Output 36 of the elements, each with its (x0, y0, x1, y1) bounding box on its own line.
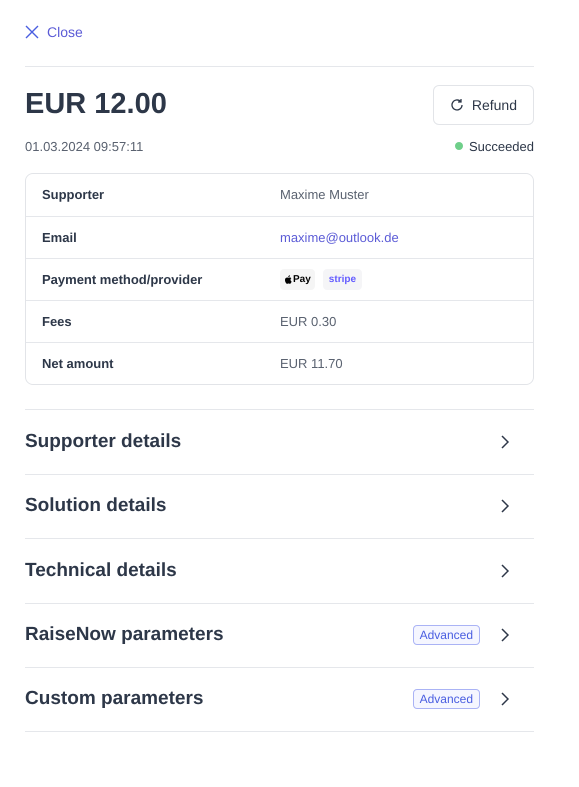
chevron-right-icon (500, 564, 510, 578)
close-button[interactable]: Close (25, 22, 83, 42)
advanced-tag: Advanced (412, 625, 480, 646)
advanced-tag: Advanced (412, 689, 480, 710)
section-title: Supporter details (25, 430, 182, 454)
section-row[interactable]: Solution details (25, 474, 534, 538)
refund-button[interactable]: Refund (432, 84, 534, 125)
section-title: Solution details (25, 494, 168, 518)
detail-value: Maxime Muster (280, 186, 369, 204)
close-icon (25, 25, 39, 39)
section-row[interactable]: RaiseNow parameters Advanced (25, 602, 534, 667)
stripe-logo: stripe (322, 269, 362, 290)
amount-title: EUR 12.00 (25, 87, 167, 122)
apple-pay-logo: Pay (280, 269, 315, 290)
detail-label: Payment method/provider (42, 270, 204, 289)
section-row[interactable]: Technical details (25, 538, 534, 602)
chevron-right-icon (500, 628, 510, 642)
chevron-right-icon (500, 434, 510, 449)
section-row[interactable]: Supporter details (25, 409, 534, 474)
email-link[interactable]: maxime@outlook.de (280, 228, 399, 248)
section-title: Custom parameters (25, 687, 204, 711)
section-row[interactable]: Custom parameters Advanced (25, 667, 534, 732)
detail-value: EUR 11.70 (280, 354, 343, 373)
refresh-icon (450, 98, 464, 112)
detail-label: Supporter (42, 186, 106, 204)
detail-label: Email (42, 228, 78, 247)
chevron-right-icon (500, 499, 510, 514)
detail-label: Fees (42, 312, 73, 331)
date-text: 01.03.2024 09:57:11 (25, 138, 144, 156)
detail-label: Net amount (42, 354, 114, 373)
section-title: Technical details (25, 558, 178, 582)
detail-value: EUR 0.30 (280, 312, 336, 331)
section-title: RaiseNow parameters (25, 623, 225, 647)
status-text: Succeeded (468, 138, 534, 156)
apple-icon (284, 275, 292, 284)
chevron-right-icon (500, 692, 510, 706)
